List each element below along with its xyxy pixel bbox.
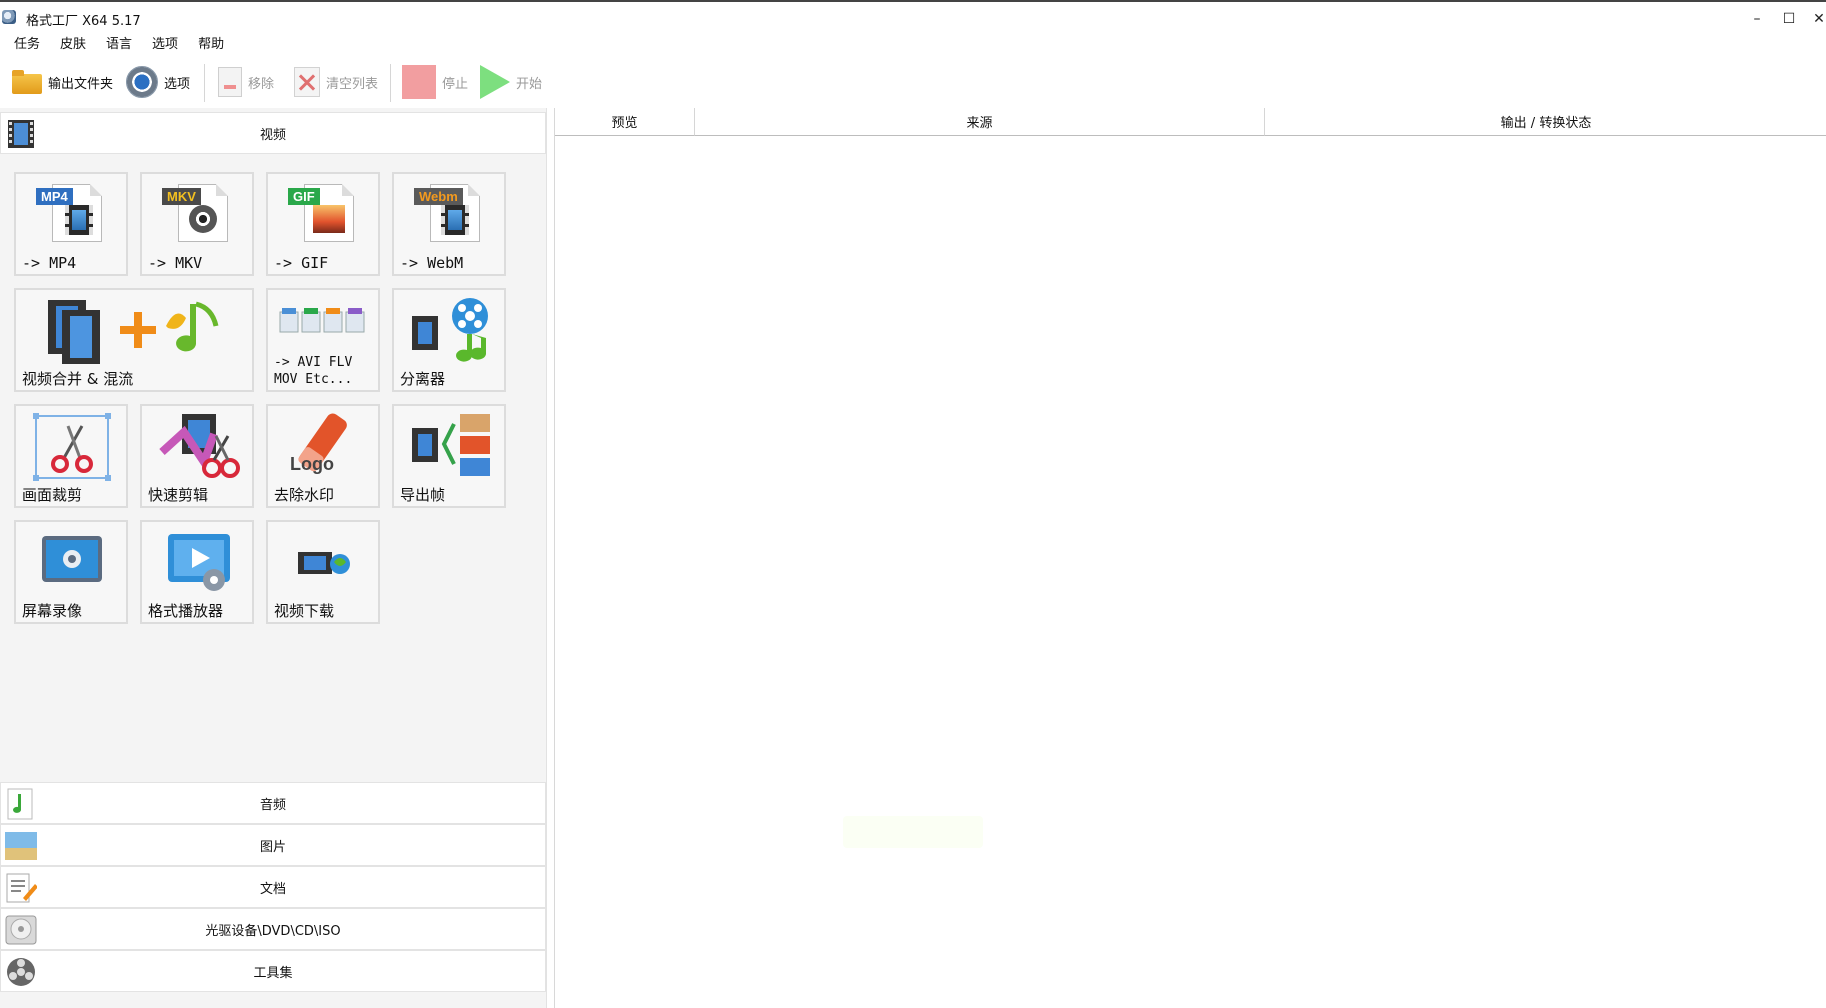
video-download-icon — [298, 552, 350, 574]
splitter-icon — [412, 298, 488, 362]
tile-label: 去除水印 — [274, 486, 335, 504]
category-video-label: 视频 — [259, 127, 286, 143]
export-frames-icon — [412, 414, 490, 476]
stop-label: 停止 — [442, 76, 469, 92]
video-tools-grid: MP4 -> MP4 MKV -> MKV GIF -> GIF Webm ->… — [14, 172, 534, 642]
tile-label: 导出帧 — [400, 486, 446, 504]
app-logo-icon — [2, 10, 16, 24]
options-button[interactable]: 选项 — [126, 64, 190, 100]
tile-label: 快速剪辑 — [148, 486, 209, 504]
gear-icon — [126, 66, 158, 98]
screen-record-icon — [42, 536, 102, 582]
close-button[interactable]: ✕ — [1806, 7, 1826, 31]
category-image-label: 图片 — [259, 839, 286, 855]
other-formats-icon — [279, 308, 365, 333]
tile-quick-clip[interactable]: 快速剪辑 — [140, 404, 254, 508]
crop-icon — [33, 413, 111, 481]
menu-language[interactable]: 语言 — [106, 34, 132, 56]
tile-other-formats[interactable]: -> AVI FLV MOV Etc... — [266, 288, 380, 392]
tile-label: 格式播放器 — [148, 602, 224, 620]
menu-task[interactable]: 任务 — [14, 34, 40, 56]
gif-badge: GIF — [288, 188, 320, 205]
tile-to-mkv[interactable]: MKV -> MKV — [140, 172, 254, 276]
column-source[interactable]: 来源 — [695, 108, 1265, 136]
tile-label: -> AVI FLV MOV Etc... — [274, 355, 353, 387]
maximize-button[interactable]: ☐ — [1776, 7, 1802, 31]
tile-video-download[interactable]: 视频下载 — [266, 520, 380, 624]
tile-label: 画面裁剪 — [22, 486, 83, 504]
remove-label: 移除 — [248, 76, 275, 92]
minimize-button[interactable]: – — [1744, 7, 1770, 31]
tile-label: 屏幕录像 — [22, 602, 83, 620]
tile-screen-record[interactable]: 屏幕录像 — [14, 520, 128, 624]
tile-crop[interactable]: 画面裁剪 — [14, 404, 128, 508]
tile-player[interactable]: 格式播放器 — [140, 520, 254, 624]
tile-label: 分离器 — [400, 370, 446, 388]
tile-label: -> MP4 — [22, 254, 77, 272]
title-bar: 格式工厂 X64 5.17 – ☐ ✕ — [0, 2, 1826, 34]
category-audio[interactable]: 音频 — [0, 782, 546, 824]
clear-icon — [294, 67, 320, 97]
start-button[interactable]: 开始 — [480, 64, 542, 100]
category-video[interactable]: 视频 — [0, 112, 546, 154]
tile-to-webm[interactable]: Webm -> WebM — [392, 172, 506, 276]
toolbar: 输出文件夹 选项 移除 清空列表 停止 开始 — [0, 58, 1826, 108]
category-image[interactable]: 图片 — [0, 824, 546, 866]
category-rom-device-label: 光驱设备\DVD\CD\ISO — [205, 923, 341, 939]
tile-label: 视频合并 & 混流 — [22, 370, 134, 388]
tile-label: -> MKV — [148, 254, 203, 272]
quick-clip-icon — [159, 414, 240, 478]
webm-badge: Webm — [414, 188, 463, 205]
toolbar-divider — [204, 64, 205, 102]
tile-splitter[interactable]: 分离器 — [392, 288, 506, 392]
video-merge-icon — [48, 300, 219, 364]
output-folder-label: 输出文件夹 — [48, 76, 114, 92]
window-title: 格式工厂 X64 5.17 — [26, 14, 141, 29]
output-folder-button[interactable]: 输出文件夹 — [12, 64, 113, 100]
stop-icon — [402, 65, 436, 99]
play-icon — [480, 65, 510, 99]
tile-video-merge[interactable]: 视频合并 & 混流 — [14, 288, 254, 392]
menu-help[interactable]: 帮助 — [198, 34, 224, 56]
tile-to-gif[interactable]: GIF -> GIF — [266, 172, 380, 276]
category-document[interactable]: 文档 — [0, 866, 546, 908]
stop-button[interactable]: 停止 — [402, 64, 468, 100]
remove-watermark-icon: Logo — [290, 413, 347, 474]
folder-icon — [12, 70, 42, 94]
options-label: 选项 — [164, 76, 191, 92]
start-label: 开始 — [516, 76, 543, 92]
category-tools-label: 工具集 — [253, 965, 293, 981]
column-output-status[interactable]: 输出 / 转换状态 — [1265, 108, 1826, 136]
mp4-badge: MP4 — [36, 188, 73, 205]
menu-options[interactable]: 选项 — [152, 34, 178, 56]
tile-export-frames[interactable]: 导出帧 — [392, 404, 506, 508]
category-tools[interactable]: 工具集 — [0, 950, 546, 992]
remove-file-icon — [218, 67, 242, 97]
menu-bar: 任务 皮肤 语言 选项 帮助 — [0, 34, 1826, 56]
category-audio-label: 音频 — [259, 797, 286, 813]
menu-skin[interactable]: 皮肤 — [60, 34, 86, 56]
empty-list-hint — [843, 816, 983, 848]
tile-label: -> WebM — [400, 254, 464, 272]
category-rom-device[interactable]: 光驱设备\DVD\CD\ISO — [0, 908, 546, 950]
task-list[interactable]: 预览 来源 输出 / 转换状态 — [554, 108, 1826, 1008]
tile-to-mp4[interactable]: MP4 -> MP4 — [14, 172, 128, 276]
player-icon — [168, 534, 230, 591]
tile-label: 视频下载 — [274, 602, 335, 620]
column-preview[interactable]: 预览 — [555, 108, 695, 136]
category-document-label: 文档 — [259, 881, 286, 897]
remove-button[interactable]: 移除 — [218, 64, 274, 100]
mkv-badge: MKV — [162, 188, 201, 205]
tile-label: -> GIF — [274, 254, 329, 272]
clear-list-label: 清空列表 — [326, 76, 379, 92]
tile-remove-watermark[interactable]: Logo 去除水印 — [266, 404, 380, 508]
clear-list-button[interactable]: 清空列表 — [294, 64, 378, 100]
toolbar-divider — [390, 64, 391, 102]
svg-text:Logo: Logo — [290, 454, 334, 474]
function-panel: 视频 MP4 -> MP4 MKV -> MKV GIF -> GIF Webm — [0, 108, 547, 1008]
